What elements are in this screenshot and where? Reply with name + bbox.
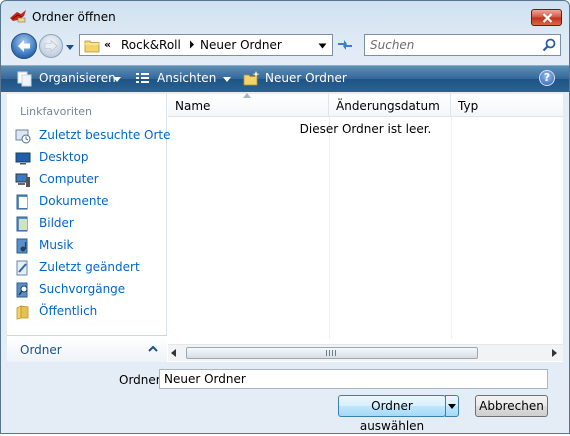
sidebar-item-label: Bilder: [39, 216, 74, 230]
chevron-up-icon[interactable]: [148, 345, 158, 352]
new-folder-icon: [243, 71, 260, 86]
sidebar-item-label: Computer: [39, 172, 99, 186]
column-label: Änderungsdatum: [336, 99, 440, 113]
chevron-down-icon: [448, 404, 456, 409]
breadcrumb-rockandroll[interactable]: Rock&Roll: [121, 38, 181, 52]
content-area: Linkfavoriten Zuletzt besuchte Orte Desk…: [7, 93, 563, 362]
folder-field-label: Ordner:: [119, 373, 165, 387]
folders-label: Ordner: [20, 343, 62, 357]
music-icon: [16, 238, 28, 254]
sidebar-item-music[interactable]: Musik: [13, 236, 163, 256]
searches-icon: [16, 282, 28, 298]
pictures-icon: [16, 216, 28, 232]
column-label: Name: [175, 99, 211, 113]
window-title: Ordner öffnen: [32, 10, 116, 24]
sidebar-item-label: Suchvorgänge: [39, 282, 126, 296]
forward-button[interactable]: [39, 34, 63, 58]
sidebar-item-label: Desktop: [39, 150, 89, 164]
sidebar-item-label: Zuletzt geändert: [39, 260, 140, 274]
public-folder-icon: [16, 305, 29, 320]
column-header-date[interactable]: Änderungsdatum: [329, 94, 451, 117]
dialog-window: Ordner öffnen « Rock&Roll Neuer Ordner S…: [0, 0, 570, 434]
chevron-down-icon[interactable]: [318, 43, 327, 49]
breadcrumb-separator-icon[interactable]: [189, 40, 195, 49]
computer-icon: [15, 173, 30, 187]
horizontal-scrollbar[interactable]: [168, 344, 563, 361]
organize-menu[interactable]: Organisieren: [39, 71, 116, 85]
organize-icon: [17, 71, 32, 87]
refresh-button[interactable]: [334, 35, 356, 55]
back-button[interactable]: [11, 33, 37, 59]
scroll-left-icon[interactable]: [171, 349, 176, 357]
sidebar-item-label: Zuletzt besuchte Orte: [39, 128, 171, 142]
recent-pages-dropdown[interactable]: [65, 42, 75, 52]
address-overflow[interactable]: «: [104, 38, 111, 51]
documents-icon: [16, 194, 28, 210]
sidebar-item-documents[interactable]: Dokumente: [13, 192, 163, 212]
close-icon: [542, 13, 553, 23]
sidebar-item-label: Musik: [39, 238, 74, 252]
select-folder-dropdown[interactable]: [445, 395, 459, 417]
cancel-button[interactable]: Abbrechen: [475, 395, 548, 417]
recently-changed-icon: [16, 260, 28, 276]
command-bar: Organisieren Ansichten Neuer Ordner ?: [1, 65, 569, 92]
views-chevron-down-icon[interactable]: [223, 77, 231, 82]
sort-ascending-icon: [243, 93, 251, 98]
folder-icon: [84, 40, 100, 53]
search-input[interactable]: Suchen: [364, 34, 561, 56]
folders-toggle[interactable]: Ordner: [7, 335, 167, 362]
address-bar[interactable]: « Rock&Roll Neuer Ordner: [79, 34, 333, 56]
sidebar-item-pictures[interactable]: Bilder: [13, 214, 163, 234]
new-folder-button[interactable]: Neuer Ordner: [265, 71, 347, 85]
title-bar[interactable]: Ordner öffnen: [1, 1, 569, 31]
sidebar-item-searches[interactable]: Suchvorgänge: [13, 280, 163, 300]
select-folder-button[interactable]: Ordner auswählen: [338, 395, 446, 433]
folder-name-input[interactable]: [159, 369, 548, 389]
sidebar-item-label: Öffentlich: [39, 304, 98, 318]
forward-arrow-icon: [44, 39, 58, 53]
close-button[interactable]: [531, 9, 562, 26]
sidebar-item-label: Dokumente: [39, 194, 109, 208]
views-icon: [136, 73, 149, 83]
select-folder-label: Ordner auswählen: [359, 399, 425, 433]
back-arrow-icon: [18, 40, 30, 52]
sidebar-item-public[interactable]: Öffentlich: [13, 302, 163, 322]
empty-folder-message: Dieser Ordner ist leer.: [299, 122, 432, 136]
column-header-type[interactable]: Typ: [451, 94, 563, 117]
column-label: Typ: [458, 99, 479, 113]
search-icon[interactable]: [542, 38, 556, 52]
scrollbar-thumb[interactable]: [186, 347, 478, 359]
column-divider: [451, 117, 452, 339]
organize-chevron-down-icon[interactable]: [113, 77, 121, 82]
app-icon: [10, 10, 26, 23]
sidebar-item-desktop[interactable]: Desktop: [13, 148, 163, 168]
sidebar-item-computer[interactable]: Computer: [13, 170, 163, 190]
column-header-name[interactable]: Name: [168, 93, 329, 117]
favorites-heading: Linkfavoriten: [20, 105, 93, 118]
desktop-icon: [15, 152, 31, 165]
sidebar-item-recently-changed[interactable]: Zuletzt geändert: [13, 258, 163, 278]
cancel-label: Abbrechen: [479, 399, 544, 413]
breadcrumb-neuer-ordner[interactable]: Neuer Ordner: [200, 38, 282, 52]
scroll-right-icon[interactable]: [552, 349, 557, 357]
scrollbar-grip: [326, 350, 336, 356]
navigation-pane: Linkfavoriten Zuletzt besuchte Orte Desk…: [7, 94, 171, 362]
recent-places-icon: [15, 129, 31, 144]
file-list[interactable]: Name Änderungsdatum Typ Dieser Ordner is…: [168, 93, 563, 362]
help-button[interactable]: ?: [539, 70, 555, 86]
column-divider: [329, 117, 330, 339]
search-placeholder: Suchen: [370, 38, 415, 52]
views-menu[interactable]: Ansichten: [157, 71, 216, 85]
sidebar-item-recent-places[interactable]: Zuletzt besuchte Orte: [13, 126, 171, 146]
